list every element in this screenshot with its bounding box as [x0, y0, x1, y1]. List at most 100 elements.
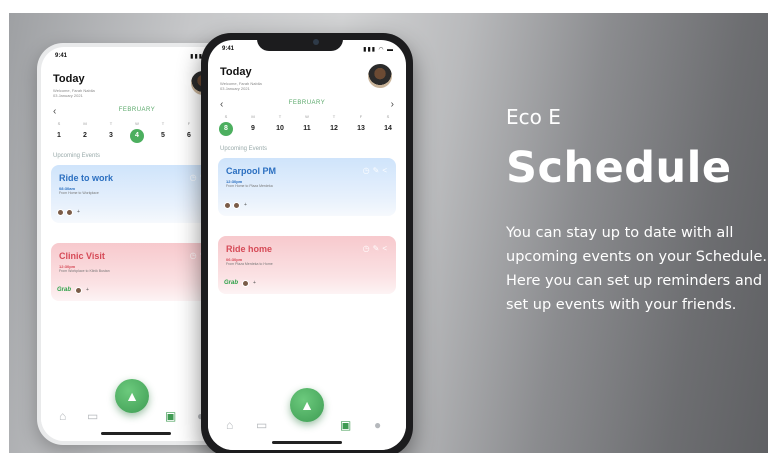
event-route: From Workplace to Klinik Bustan: [59, 269, 110, 273]
day-cell[interactable]: 14: [378, 122, 398, 136]
weekday-label: W: [305, 114, 309, 119]
status-bar: 9:41 ▮▮▮ ◠ ▬: [55, 53, 221, 63]
event-card[interactable]: Clinic Visit 12:30pm From Workplace to K…: [51, 243, 223, 301]
home-indicator: [272, 441, 342, 444]
event-route: From Plaza Merdeka to Home: [226, 262, 273, 266]
phone-notch: [257, 33, 343, 51]
weekday-label: W: [135, 121, 139, 126]
home-indicator: [101, 432, 171, 435]
phone-front-screen: 9:41 ▮▮▮ ◠ ▬ Today Welcome, Farah Nabila…: [208, 40, 406, 450]
app-name: Eco E: [506, 105, 561, 129]
weekday-label: M: [251, 114, 255, 119]
weekday-label: F: [187, 121, 191, 126]
participant-avatar: [242, 279, 250, 287]
feature-heading: Schedule: [506, 143, 732, 193]
month-selector: ‹ FEBRUARY ›: [51, 106, 223, 119]
section-heading: Upcoming Events: [220, 146, 268, 152]
weekday-label: T: [161, 121, 165, 126]
navigate-icon[interactable]: ▲: [290, 388, 324, 422]
participant-avatar: [66, 208, 73, 216]
grab-logo: Grab: [57, 287, 72, 293]
weekday-label: S: [224, 114, 228, 119]
participant-avatar: [233, 201, 240, 209]
weekday-label: M: [83, 121, 87, 126]
feature-description: You can stay up to date with all upcomin…: [506, 225, 767, 313]
day-cell[interactable]: 13: [351, 122, 371, 136]
event-title: Ride home: [226, 244, 273, 254]
date-text: 03 January 2021: [220, 86, 250, 91]
event-participants: +: [224, 200, 247, 210]
day-cell[interactable]: 5: [153, 129, 173, 143]
day-row: 8 9 10 11 12 13 14: [216, 122, 398, 136]
day-cell[interactable]: 10: [270, 122, 290, 136]
day-cell[interactable]: 12: [324, 122, 344, 136]
clock-icon[interactable]: ◷: [190, 251, 200, 260]
day-row: 1 2 3 4 5 6 7: [49, 129, 225, 143]
status-time: 9:41: [55, 53, 68, 59]
event-route: From Home to Plaza Merdeka: [226, 184, 273, 188]
weekday-label: T: [278, 114, 282, 119]
day-cell-selected[interactable]: 8: [219, 122, 233, 136]
promo-canvas: 9:41 ▮▮▮ ◠ ▬ Today Welcome, Farah Nabila…: [9, 13, 768, 453]
event-card[interactable]: Ride home 06:30pm From Plaza Merdeka to …: [218, 236, 396, 294]
profile-icon[interactable]: ●: [374, 418, 381, 432]
month-label: FEBRUARY: [288, 100, 326, 106]
weekday-row: S M T W T F S: [49, 121, 225, 126]
status-time: 9:41: [222, 46, 235, 52]
participant-avatar: [224, 201, 231, 209]
day-cell[interactable]: 11: [297, 122, 317, 136]
day-cell[interactable]: 9: [243, 122, 263, 136]
status-icons: ▮▮▮ ◠ ▬: [363, 47, 394, 53]
more-participants: +: [86, 287, 89, 293]
clock-icon[interactable]: ◷: [190, 173, 200, 182]
grab-logo: Grab: [224, 280, 239, 286]
day-cell[interactable]: 1: [49, 129, 69, 143]
event-card[interactable]: Carpool PM 12:30pm From Home to Plaza Me…: [218, 158, 396, 216]
clock-icon[interactable]: ◷: [363, 166, 373, 175]
chevron-right-icon[interactable]: ›: [391, 99, 394, 110]
calendar-icon[interactable]: ▣: [340, 418, 351, 432]
event-title: Ride to work: [59, 173, 114, 183]
event-actions: ◷✎<: [363, 244, 390, 253]
weekday-label: F: [359, 114, 363, 119]
event-participants: +: [57, 207, 80, 217]
navigate-icon[interactable]: ▲: [115, 379, 149, 413]
participant-avatar: [57, 208, 64, 216]
date-text: 03 January 2021: [53, 93, 83, 98]
day-cell[interactable]: 6: [179, 129, 199, 143]
clock-icon[interactable]: ◷: [363, 244, 373, 253]
edit-icon[interactable]: ✎: [373, 244, 383, 253]
more-participants: +: [244, 202, 247, 208]
share-icon[interactable]: <: [382, 244, 390, 253]
card-icon[interactable]: ▭: [256, 418, 267, 432]
day-cell-selected[interactable]: 4: [130, 129, 144, 143]
home-icon[interactable]: ⌂: [59, 409, 66, 423]
section-heading: Upcoming Events: [53, 153, 101, 159]
home-icon[interactable]: ⌂: [226, 418, 233, 432]
share-icon[interactable]: <: [382, 166, 390, 175]
card-icon[interactable]: ▭: [87, 409, 98, 423]
event-participants: Grab +: [57, 285, 89, 295]
phone-front: 9:41 ▮▮▮ ◠ ▬ Today Welcome, Farah Nabila…: [201, 33, 413, 453]
avatar[interactable]: [368, 64, 392, 88]
day-cell[interactable]: 2: [75, 129, 95, 143]
event-participants: Grab +: [224, 278, 256, 288]
page-title: Today: [53, 73, 85, 85]
calendar-icon[interactable]: ▣: [165, 409, 176, 423]
day-cell[interactable]: 3: [101, 129, 121, 143]
edit-icon[interactable]: ✎: [373, 166, 383, 175]
page-title: Today: [220, 66, 252, 78]
event-route: From Home to Workplace: [59, 191, 99, 195]
event-title: Carpool PM: [226, 166, 277, 176]
event-card[interactable]: Ride to work 08:30am From Home to Workpl…: [51, 165, 223, 223]
month-selector: ‹ FEBRUARY ›: [218, 99, 396, 112]
participant-avatar: [75, 286, 83, 294]
more-participants: +: [77, 209, 80, 215]
more-participants: +: [253, 280, 256, 286]
weekday-row: S M T W T F S: [216, 114, 398, 119]
weekday-label: T: [109, 121, 113, 126]
weekday-label: S: [386, 114, 390, 119]
tab-bar: ⌂ ▭ ▲ ▣ ●: [208, 388, 406, 450]
event-title: Clinic Visit: [59, 251, 105, 261]
weekday-label: S: [57, 121, 61, 126]
